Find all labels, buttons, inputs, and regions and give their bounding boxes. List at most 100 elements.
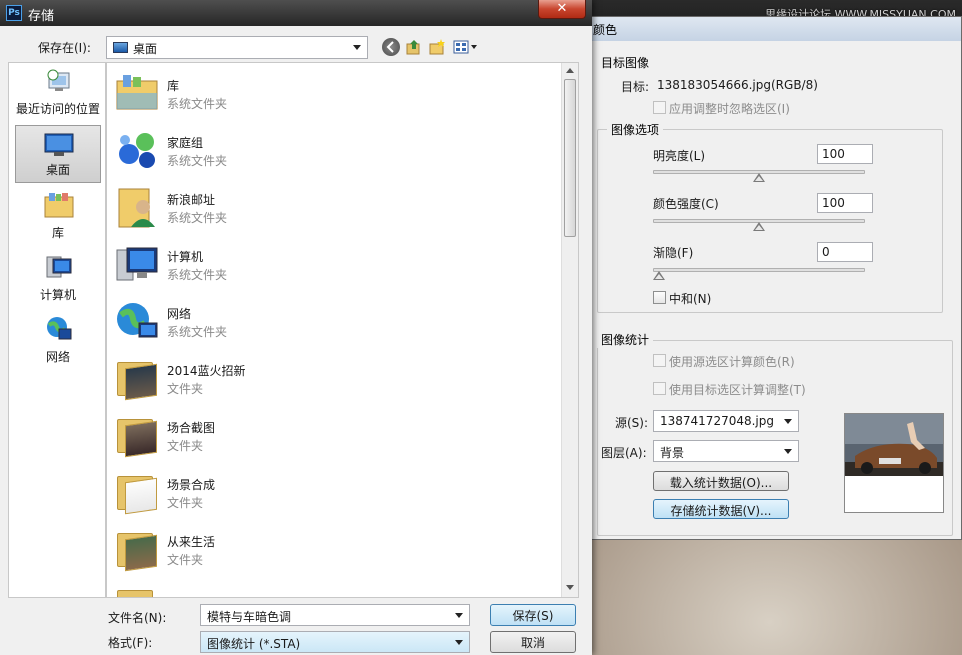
folder-icon xyxy=(115,356,159,401)
fade-input[interactable]: 0 xyxy=(817,242,873,262)
place-computer[interactable]: 计算机 xyxy=(15,249,101,307)
close-icon: ✕ xyxy=(556,1,568,16)
network-icon xyxy=(117,303,158,338)
ignore-selection-checkbox[interactable] xyxy=(653,101,666,114)
file-name: 场景合成 xyxy=(167,478,216,492)
file-type: 文件夹 xyxy=(167,553,204,567)
image-statistics-heading: 图像统计 xyxy=(597,331,654,348)
homegroup-icon xyxy=(119,133,155,168)
use-target-selection-label: 使用目标选区计算调整(T) xyxy=(669,383,806,397)
source-label: 源(S): xyxy=(615,416,649,430)
file-name: 网络 xyxy=(167,307,192,321)
ignore-selection-label: 应用调整时忽略选区(I) xyxy=(669,102,790,116)
fade-slider-track[interactable] xyxy=(653,268,865,272)
image-options-heading: 图像选项 xyxy=(607,121,664,138)
fade-label: 渐隐(F) xyxy=(653,246,694,260)
luminance-input[interactable]: 100 xyxy=(817,144,873,164)
network-icon xyxy=(47,317,72,340)
file-list-scrollbar[interactable] xyxy=(561,63,578,597)
save-statistics-button[interactable]: 存储统计数据(V)... xyxy=(653,499,789,519)
luminance-slider-thumb[interactable] xyxy=(753,173,765,182)
folder-icon xyxy=(115,584,159,597)
places-bar: 最近访问的位置 桌面 库 计算机 网络 xyxy=(8,62,106,598)
file-row[interactable]: 新浪邮址 系统文件夹 xyxy=(107,179,567,235)
source-dropdown[interactable]: 138741727048.jpg xyxy=(653,410,799,432)
computer-icon xyxy=(46,256,72,278)
layer-dropdown[interactable]: 背景 xyxy=(653,440,799,462)
chevron-down-icon xyxy=(455,640,463,645)
file-row[interactable]: 场合截图 文件夹 xyxy=(107,407,567,463)
place-libraries[interactable]: 库 xyxy=(15,187,101,245)
use-source-selection-label: 使用源选区计算颜色(R) xyxy=(669,355,795,369)
file-type: 系统文件夹 xyxy=(167,211,228,225)
file-row[interactable]: 家庭组 系统文件夹 xyxy=(107,122,567,178)
file-type: 系统文件夹 xyxy=(167,268,228,282)
use-target-selection-checkbox[interactable] xyxy=(653,382,666,395)
load-statistics-button[interactable]: 载入统计数据(O)... xyxy=(653,471,789,491)
target-label: 目标: xyxy=(621,80,650,94)
scroll-up-icon[interactable] xyxy=(566,68,574,73)
filename-value: 模特与车暗色调 xyxy=(207,610,292,624)
save-in-dropdown[interactable]: 桌面 xyxy=(106,36,368,59)
new-folder-icon xyxy=(429,39,445,55)
file-row[interactable]: 网络 系统文件夹 xyxy=(107,293,567,349)
place-desktop[interactable]: 桌面 xyxy=(15,125,101,183)
file-row[interactable]: 计算机 系统文件夹 xyxy=(107,236,567,292)
intensity-slider-thumb[interactable] xyxy=(753,222,765,231)
file-row[interactable]: 库 系统文件夹 xyxy=(107,65,567,121)
place-label: 网络 xyxy=(45,350,70,364)
file-name: 新浪邮址 xyxy=(167,193,216,207)
file-type: 系统文件夹 xyxy=(167,97,228,111)
folder-icon xyxy=(115,527,159,572)
file-name: 2014蓝火招新 xyxy=(167,364,246,378)
file-type: 文件夹 xyxy=(167,496,204,510)
save-titlebar: Ps 存储 ✕ xyxy=(0,0,592,26)
format-label: 格式(F): xyxy=(108,636,153,650)
fade-slider-thumb[interactable] xyxy=(653,271,665,280)
file-row[interactable]: 场景合成 文件夹 xyxy=(107,464,567,520)
intensity-input[interactable]: 100 xyxy=(817,193,873,213)
target-value: 138183054666.jpg(RGB/8) xyxy=(657,78,818,92)
filename-input[interactable]: 模特与车暗色调 xyxy=(200,604,470,626)
new-folder-button[interactable] xyxy=(428,38,446,56)
file-name: 库 xyxy=(167,79,180,93)
neutralize-checkbox[interactable] xyxy=(653,291,666,304)
up-folder-button[interactable] xyxy=(405,38,423,56)
file-list: 库 系统文件夹 家庭组 系统文件夹 新浪邮址 系统文件夹 计算机 系统文件夹 网… xyxy=(106,62,579,598)
desktop-icon xyxy=(44,133,74,156)
format-dropdown[interactable]: 图像统计 (*.STA) xyxy=(200,631,470,653)
place-network[interactable]: 网络 xyxy=(15,311,101,369)
view-menu-icon xyxy=(453,40,477,54)
chevron-down-icon xyxy=(784,449,792,454)
scroll-down-icon[interactable] xyxy=(566,585,574,590)
place-label: 桌面 xyxy=(45,163,70,177)
layer-label: 图层(A): xyxy=(601,446,647,460)
scrollbar-thumb[interactable] xyxy=(564,79,576,237)
save-button[interactable]: 保存(S) xyxy=(490,604,576,626)
format-value: 图像统计 (*.STA) xyxy=(207,637,301,651)
back-button[interactable] xyxy=(382,38,400,56)
file-row[interactable] xyxy=(107,578,567,597)
file-row[interactable]: 从来生活 文件夹 xyxy=(107,521,567,577)
file-row[interactable]: 2014蓝火招新 文件夹 xyxy=(107,350,567,406)
file-type: 系统文件夹 xyxy=(167,325,228,339)
place-recent[interactable]: 最近访问的位置 xyxy=(15,63,101,121)
desktop-icon xyxy=(113,42,128,53)
place-label: 最近访问的位置 xyxy=(15,102,100,116)
libraries-icon xyxy=(116,75,158,110)
place-label: 计算机 xyxy=(39,288,76,302)
match-color-dialog: 颜色 目标图像 目标: 138183054666.jpg(RGB/8) 应用调整… xyxy=(560,16,962,540)
target-image-heading: 目标图像 xyxy=(601,56,650,70)
source-preview-thumbnail xyxy=(844,413,944,513)
up-folder-icon xyxy=(406,40,420,55)
cancel-button[interactable]: 取消 xyxy=(490,631,576,653)
recent-places-icon xyxy=(47,69,70,91)
view-menu-button[interactable] xyxy=(452,38,480,56)
file-type: 系统文件夹 xyxy=(167,154,228,168)
use-source-selection-checkbox[interactable] xyxy=(653,354,666,367)
back-arrow-icon xyxy=(386,41,394,53)
chevron-down-icon xyxy=(353,45,361,50)
save-dialog: Ps 存储 ✕ 保存在(I): 桌面 最近访问的位置 桌面 库 计算机 网络 库… xyxy=(0,0,592,655)
folder-icon xyxy=(115,470,159,515)
close-button[interactable]: ✕ xyxy=(538,0,586,19)
